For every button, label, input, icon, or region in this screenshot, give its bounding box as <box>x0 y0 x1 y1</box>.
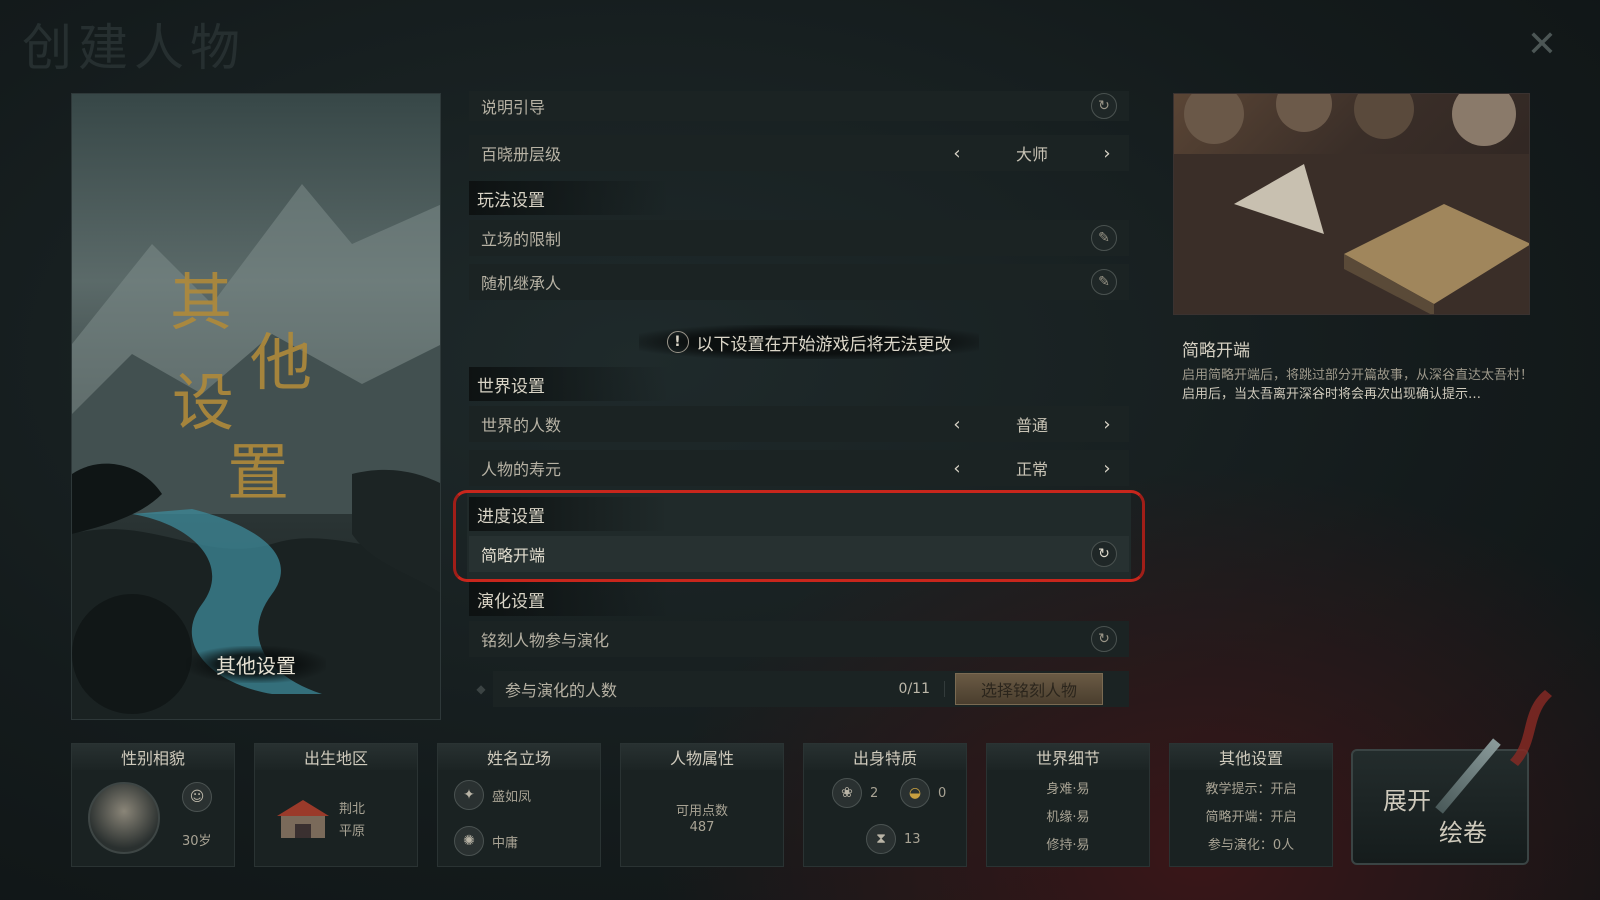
section-world: 世界设置 <box>469 367 669 401</box>
character-name: 盛如凤 <box>492 789 532 805</box>
card-title: 人物属性 <box>621 744 783 770</box>
available-points-value: 487 <box>689 820 715 835</box>
choose-engraved-button[interactable]: 选择铭刻人物 <box>955 673 1103 705</box>
row-world-population: 世界的人数 ‹ 普通 › <box>469 406 1129 442</box>
calligraphy-char-2: 他 <box>250 326 312 399</box>
calligraphy-char-3: 设 <box>172 366 234 439</box>
brief-start-label: 简略开端 <box>481 546 546 565</box>
warning-banner: ! 以下设置在开始游戏后将无法更改 <box>639 325 979 359</box>
calligraphy-char-1: 其 <box>170 266 232 339</box>
info-desc-1: 启用简略开端后，将跳过部分开篇故事，从深谷直达太吾村！ <box>1182 368 1534 383</box>
card-attributes[interactable]: 人物属性 可用点数 487 <box>620 743 784 867</box>
codex-label: 百晓册层级 <box>481 145 562 164</box>
face-icon: ☺ <box>182 782 212 812</box>
origin-value-1: 2 <box>870 785 879 801</box>
card-world-details[interactable]: 世界细节 身难·易 机缘·易 修持·易 <box>986 743 1150 867</box>
section-evolution: 演化设置 <box>469 582 669 616</box>
info-title: 简略开端 <box>1182 341 1250 361</box>
card-title: 性别相貌 <box>72 744 234 770</box>
row-engraved-evolve[interactable]: 铭刻人物参与演化 ↻ <box>469 621 1129 657</box>
card-title: 其他设置 <box>1170 744 1332 770</box>
card-title: 世界细节 <box>987 744 1149 770</box>
stance-limit-label: 立场的限制 <box>481 230 562 249</box>
section-progress: 进度设置 <box>469 497 669 531</box>
origin-value-2: 0 <box>938 785 947 801</box>
refresh-icon[interactable]: ↻ <box>1091 541 1117 567</box>
world-population-label: 世界的人数 <box>481 416 562 435</box>
chevron-right-icon[interactable]: › <box>1097 143 1117 164</box>
gold-ingot-icon: ◒ <box>900 778 930 808</box>
row-random-heir[interactable]: 随机继承人 ✎ <box>469 264 1129 300</box>
evolve-count-label: 参与演化的人数 <box>505 681 618 700</box>
row-evolve-count: ◆ 参与演化的人数 0/11 选择铭刻人物 <box>469 671 1129 707</box>
chevron-left-icon[interactable]: ‹ <box>947 414 967 435</box>
art-panel: 其 他 设 置 其他设置 <box>71 93 441 720</box>
guide-label: 说明引导 <box>481 98 546 117</box>
random-heir-label: 随机继承人 <box>481 274 562 293</box>
birthplace-line-1: 荆北 <box>339 802 366 817</box>
preview-image <box>1173 93 1530 315</box>
lifespan-value: 正常 <box>1015 460 1048 479</box>
edit-icon[interactable]: ✎ <box>1091 225 1117 251</box>
refresh-icon[interactable]: ↻ <box>1091 626 1117 652</box>
lotus-icon: ❀ <box>832 778 862 808</box>
card-appearance[interactable]: 性别相貌 ☺ 30岁 <box>71 743 235 867</box>
lifespan-label: 人物的寿元 <box>481 460 562 479</box>
row-lifespan: 人物的寿元 ‹ 正常 › <box>469 450 1129 486</box>
calligraphy-char-4: 置 <box>227 436 289 509</box>
info-description: 启用简略开端后，将跳过部分开篇故事，从深谷直达太吾村！ 启用后，当太吾离开深谷时… <box>1182 366 1542 404</box>
card-other-settings[interactable]: 其他设置 教学提示：开启 简略开端：开启 参与演化：0人 <box>1169 743 1333 867</box>
landscape-art: 其 他 设 置 <box>72 184 440 719</box>
card-title: 姓名立场 <box>438 744 600 770</box>
age-text: 30岁 <box>182 834 212 849</box>
chevron-right-icon[interactable]: › <box>1097 458 1117 479</box>
chevron-right-icon[interactable]: › <box>1097 414 1117 435</box>
chevron-left-icon[interactable]: ‹ <box>947 143 967 164</box>
row-stance-limit[interactable]: 立场的限制 ✎ <box>469 220 1129 256</box>
row-guide[interactable]: 说明引导 ↻ <box>469 91 1129 121</box>
page-title: 创建人物 <box>22 19 246 77</box>
card-birthplace[interactable]: 出生地区 荆北 平原 <box>254 743 418 867</box>
hourglass-icon: ⧗ <box>866 824 896 854</box>
warning-text: 以下设置在开始游戏后将无法更改 <box>696 334 952 355</box>
available-points-label: 可用点数 <box>675 804 728 819</box>
section-gameplay: 玩法设置 <box>469 181 669 215</box>
birthplace-line-2: 平原 <box>339 824 366 839</box>
ribbon-decoration <box>1510 690 1552 766</box>
avatar <box>88 782 160 854</box>
codex-value: 大师 <box>1015 145 1048 164</box>
stance-text: 中庸 <box>492 835 519 851</box>
edit-icon[interactable]: ✎ <box>1091 269 1117 295</box>
bird-icon: ✦ <box>454 780 484 810</box>
art-caption: 其他设置 <box>186 646 326 683</box>
row-brief-start[interactable]: 简略开端 ↻ <box>469 536 1129 572</box>
exclamation-icon: ! <box>666 331 689 353</box>
card-origin[interactable]: 出身特质 ❀ 2 ◒ 0 ⧗ 13 <box>803 743 967 867</box>
swirl-icon: ✺ <box>454 826 484 856</box>
other-detail-2: 简略开端：开启 <box>1205 810 1297 825</box>
characters-art <box>1174 94 1529 314</box>
refresh-icon[interactable]: ↻ <box>1091 93 1117 119</box>
chevron-left-icon[interactable]: ‹ <box>947 458 967 479</box>
row-codex-level: 百晓册层级 ‹ 大师 › <box>469 135 1129 171</box>
world-detail-2: 机缘·易 <box>1046 810 1090 825</box>
world-detail-1: 身难·易 <box>1046 782 1090 797</box>
origin-value-3: 13 <box>904 831 921 847</box>
close-icon[interactable]: ✕ <box>1520 22 1564 66</box>
card-name[interactable]: 姓名立场 ✦ 盛如凤 ✺ 中庸 <box>437 743 601 867</box>
bullet-icon: ◆ <box>476 682 486 696</box>
card-title: 出身特质 <box>804 744 966 770</box>
other-detail-3: 参与演化：0人 <box>1207 838 1295 853</box>
evolve-count-value: 0/11 <box>899 681 945 697</box>
world-population-value: 普通 <box>1015 416 1048 435</box>
expand-label-2: 绘卷 <box>1439 819 1487 847</box>
engraved-evolve-label: 铭刻人物参与演化 <box>481 631 610 650</box>
other-detail-1: 教学提示：开启 <box>1205 782 1297 797</box>
palace-icon <box>277 800 329 838</box>
expand-label-1: 展开 <box>1383 787 1431 815</box>
info-desc-2: 启用后，当太吾离开深谷时将会再次出现确认提示… <box>1182 387 1482 402</box>
card-title: 出生地区 <box>255 744 417 770</box>
world-detail-3: 修持·易 <box>1046 838 1090 853</box>
scroll-icon <box>1435 738 1501 814</box>
